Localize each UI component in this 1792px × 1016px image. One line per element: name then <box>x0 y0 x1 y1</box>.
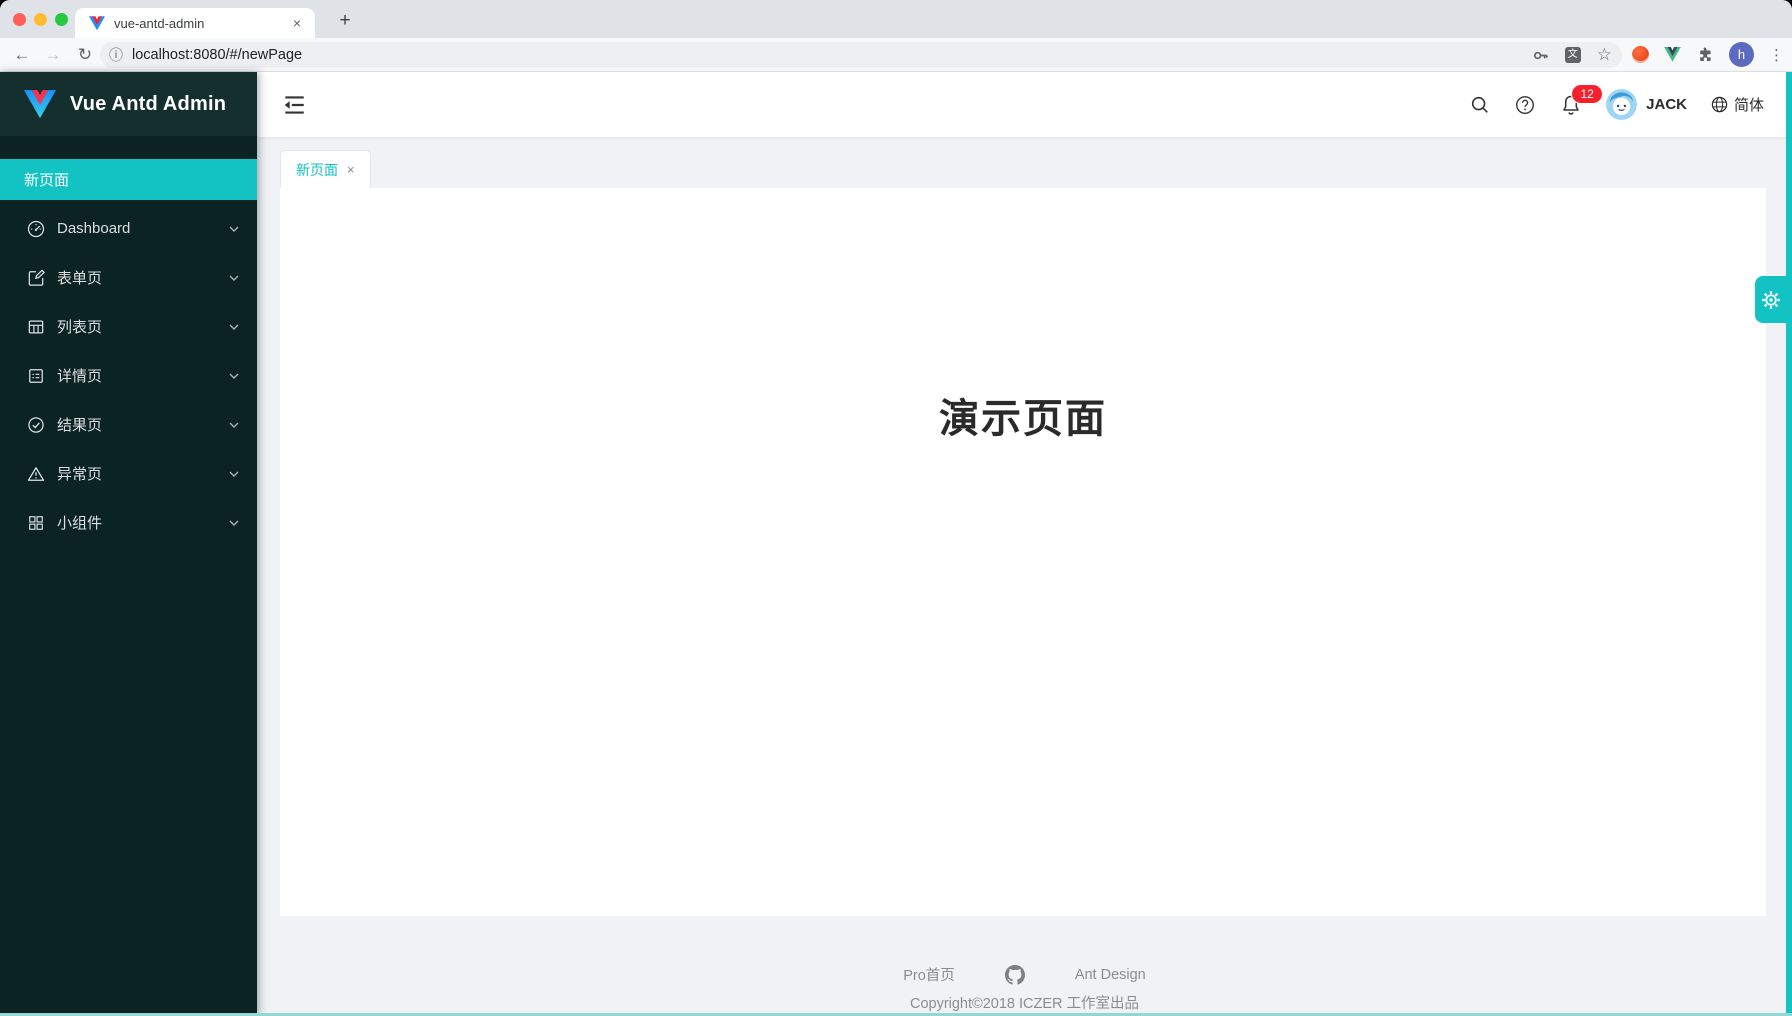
translate-icon[interactable]: 文 <box>1565 47 1581 63</box>
sidebar-item-new-page[interactable]: 新页面 <box>0 159 257 200</box>
chevron-down-icon <box>228 419 240 431</box>
username: JACK <box>1646 96 1687 113</box>
sidebar-item-label: 表单页 <box>57 267 102 288</box>
browser-profile-avatar[interactable]: h <box>1729 42 1754 67</box>
footer-link-antd[interactable]: Ant Design <box>1075 967 1146 983</box>
footer-link-home[interactable]: Pro首页 <box>903 964 955 985</box>
app-page: Vue Antd Admin 新页面 Dashboard <box>0 72 1792 1016</box>
sidebar-item-label: 新页面 <box>24 169 69 190</box>
sidebar-item-label: 详情页 <box>57 365 102 386</box>
page-title: 演示页面 <box>280 188 1766 444</box>
menu-fold-icon[interactable] <box>281 92 307 118</box>
github-icon[interactable] <box>1005 965 1025 985</box>
browser-toolbar: ← → ↻ ⓘ localhost:8080/#/newPage 文 ☆ <box>0 38 1792 72</box>
back-icon[interactable]: ← <box>8 38 36 71</box>
profile-icon <box>26 366 46 386</box>
header-actions: 12 JACK <box>1469 89 1764 120</box>
tab-close-icon[interactable]: × <box>289 15 305 31</box>
sidebar-item-list[interactable]: 列表页 <box>0 306 257 347</box>
browser-tab-title: vue-antd-admin <box>114 16 289 31</box>
zoom-window-button[interactable] <box>55 13 68 26</box>
scrollbar-accent-strip[interactable] <box>1786 72 1792 1016</box>
sidebar-item-label: 小组件 <box>57 512 102 533</box>
gear-icon <box>1760 289 1782 311</box>
app-title: Vue Antd Admin <box>70 93 226 116</box>
settings-drawer-button[interactable] <box>1755 276 1786 323</box>
chevron-down-icon <box>228 468 240 480</box>
site-info-icon[interactable]: ⓘ <box>109 45 123 65</box>
extension-icons: h ⋮ <box>1632 38 1784 71</box>
page-tab-close-icon[interactable]: × <box>347 162 355 177</box>
reload-icon[interactable]: ↻ <box>71 38 99 71</box>
orange-extension-icon[interactable] <box>1632 46 1649 63</box>
chevron-down-icon <box>228 223 240 235</box>
sidebar-item-exception[interactable]: 异常页 <box>0 453 257 494</box>
page-content: 演示页面 <box>280 188 1766 916</box>
minimize-window-button[interactable] <box>34 13 47 26</box>
globe-icon <box>1710 95 1729 114</box>
sidebar-item-label: 结果页 <box>57 414 102 435</box>
chevron-down-icon <box>228 370 240 382</box>
forward-icon[interactable]: → <box>39 38 67 71</box>
bookmark-star-icon[interactable]: ☆ <box>1597 45 1612 65</box>
vue-devtools-icon[interactable] <box>1664 47 1681 62</box>
password-key-icon[interactable] <box>1532 47 1549 64</box>
page-footer: Pro首页 Ant Design Copyright©2018 ICZER 工作… <box>257 916 1792 1013</box>
app-header: 12 JACK <box>257 72 1792 137</box>
browser-tab[interactable]: vue-antd-admin × <box>75 8 315 38</box>
screenshot: vue-antd-admin × + ← → ↻ ⓘ localhost:808… <box>0 0 1792 1016</box>
browser-menu-icon[interactable]: ⋮ <box>1769 46 1784 64</box>
sidebar-item-result[interactable]: 结果页 <box>0 404 257 445</box>
sidebar: Vue Antd Admin 新页面 Dashboard <box>0 72 257 1016</box>
notification-badge: 12 <box>1571 84 1603 104</box>
form-icon <box>26 268 46 288</box>
browser-window: vue-antd-admin × + ← → ↻ ⓘ localhost:808… <box>0 0 1792 1016</box>
app-logo-bar[interactable]: Vue Antd Admin <box>0 72 257 136</box>
sidebar-item-dashboard[interactable]: Dashboard <box>0 208 257 249</box>
notifications-button[interactable]: 12 <box>1559 93 1583 117</box>
sidebar-item-widgets[interactable]: 小组件 <box>0 502 257 543</box>
sidebar-item-form[interactable]: 表单页 <box>0 257 257 298</box>
workspace: 新页面 × 演示页面 Pro首页 Ant Design Copyri <box>257 137 1792 1016</box>
chevron-down-icon <box>228 321 240 333</box>
page-tabbar: 新页面 × <box>257 137 1792 188</box>
dashboard-icon <box>26 219 46 239</box>
chevron-down-icon <box>228 517 240 529</box>
sidebar-item-label: 列表页 <box>57 316 102 337</box>
page-tab-new-page[interactable]: 新页面 × <box>280 150 371 188</box>
close-window-button[interactable] <box>13 13 26 26</box>
sidebar-item-detail[interactable]: 详情页 <box>0 355 257 396</box>
sidebar-item-label: Dashboard <box>57 220 130 237</box>
address-bar[interactable]: ⓘ localhost:8080/#/newPage 文 ☆ <box>100 42 1622 68</box>
help-icon[interactable] <box>1514 94 1536 116</box>
copyright: Copyright©2018 ICZER 工作室出品 <box>257 992 1792 1013</box>
page-tab-label: 新页面 <box>296 160 338 180</box>
user-avatar <box>1606 89 1637 120</box>
warning-icon <box>26 464 46 484</box>
language-label: 简体 <box>1734 94 1764 115</box>
check-circle-icon <box>26 415 46 435</box>
browser-tabstrip: vue-antd-admin × + <box>0 0 1792 38</box>
user-menu[interactable]: JACK <box>1606 89 1687 120</box>
search-icon[interactable] <box>1469 94 1491 116</box>
new-tab-button[interactable]: + <box>331 7 359 35</box>
sidebar-item-label: 异常页 <box>57 463 102 484</box>
app-logo-icon <box>24 90 56 119</box>
url-text[interactable]: localhost:8080/#/newPage <box>132 47 1532 63</box>
table-icon <box>26 317 46 337</box>
widgets-icon <box>26 513 46 533</box>
chevron-down-icon <box>228 272 240 284</box>
vue-favicon <box>89 16 105 31</box>
macos-window-controls <box>13 13 68 26</box>
sidebar-menu: 新页面 Dashboard <box>0 136 257 543</box>
language-switcher[interactable]: 简体 <box>1710 94 1764 115</box>
extensions-puzzle-icon[interactable] <box>1696 46 1714 64</box>
